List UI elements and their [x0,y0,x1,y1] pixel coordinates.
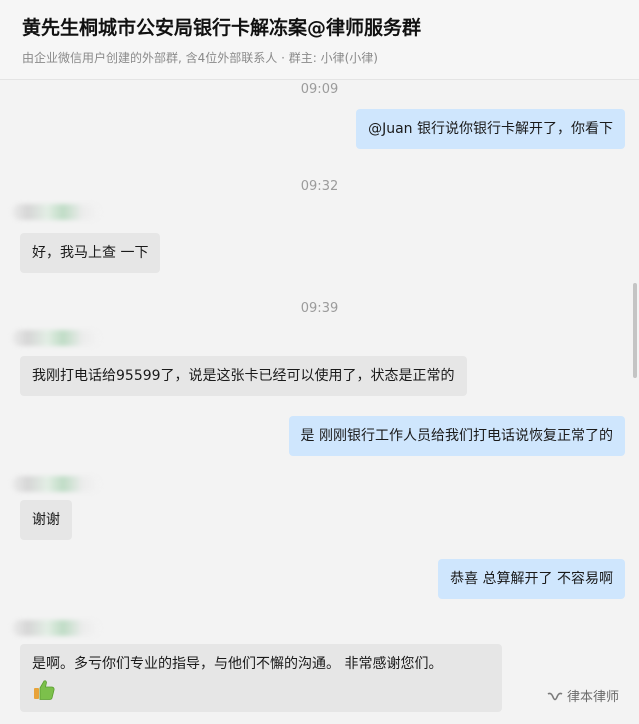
timestamp: 09:09 [300,82,339,97]
timestamp: 09:32 [300,179,339,194]
chat-subtitle: 由企业微信用户创建的外部群, 含4位外部联系人 · 群主: 小律(小律) [22,51,378,65]
thumbs-up-icon [32,679,56,701]
sender-name-blurred [12,476,100,492]
sender-name-blurred [12,620,100,636]
watermark-text: 律本律师 [566,690,619,705]
timestamp: 09:39 [300,301,339,316]
message-text: 是啊。多亏你们专业的指导，与他们不懈的沟通。 非常感谢您们。 [32,656,443,672]
chat-header: 黄先生桐城市公安局银行卡解冻案@律师服务群 由企业微信用户创建的外部群, 含4位… [0,0,639,80]
message-bubble-outgoing[interactable]: 恭喜 总算解开了 不容易啊 [438,559,625,599]
message-bubble-incoming[interactable]: 我刚打电话给95599了，说是这张卡已经可以使用了，状态是正常的 [20,356,467,396]
scrollbar[interactable] [633,283,637,378]
message-bubble-incoming[interactable]: 好，我马上查 一下 [20,233,161,273]
watermark: 律本律师 [547,686,619,705]
message-bubble-outgoing[interactable]: 是 刚刚银行工作人员给我们打电话说恢复正常了的 [288,416,625,456]
chat-title: 黄先生桐城市公安局银行卡解冻案@律师服务群 [22,17,422,39]
sender-name-blurred [12,330,100,346]
sender-name-blurred [12,204,100,220]
message-bubble-outgoing[interactable]: @Juan 银行说你银行卡解开了，你看下 [356,109,625,149]
message-bubble-incoming[interactable]: 是啊。多亏你们专业的指导，与他们不懈的沟通。 非常感谢您们。 [20,644,502,712]
message-list[interactable]: 09:09 @Juan 银行说你银行卡解开了，你看下 09:32 好，我马上查 … [0,80,639,724]
wechat-channel-icon [547,691,563,705]
message-bubble-incoming[interactable]: 谢谢 [20,500,72,540]
